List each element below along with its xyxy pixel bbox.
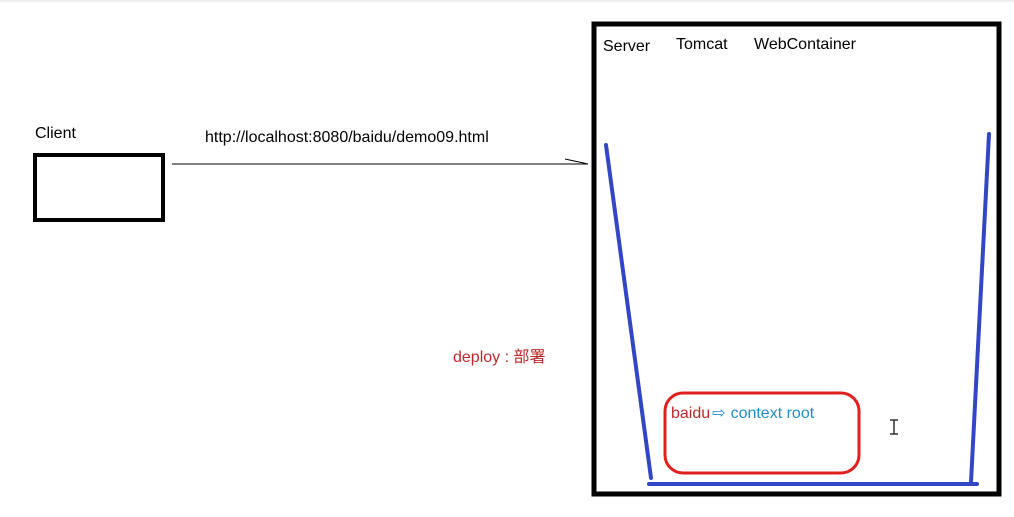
context-root-text: baidu ⇨ context root — [671, 405, 815, 422]
tomcat-label: Tomcat — [676, 36, 728, 53]
text-cursor-icon — [890, 419, 898, 435]
server-label: Server — [603, 38, 651, 55]
request-arrow-head — [564, 158, 589, 165]
request-url: http://localhost:8080/baidu/demo09.html — [205, 129, 489, 146]
container-right-wall — [969, 132, 991, 484]
client-server-diagram: Client http://localhost:8080/baidu/demo0… — [0, 0, 1014, 497]
client-box — [33, 153, 165, 222]
diagram-canvas: Client http://localhost:8080/baidu/demo0… — [0, 0, 1014, 517]
container-left-wall — [604, 143, 653, 480]
client-label: Client — [35, 125, 76, 142]
right-arrow-icon: ⇨ — [712, 405, 725, 422]
server-box — [591, 21, 1002, 497]
context-root-label: context root — [731, 405, 815, 422]
app-name: baidu — [671, 405, 710, 422]
webcontainer-label: WebContainer — [754, 36, 857, 53]
deploy-label: deploy : 部署 — [453, 348, 546, 366]
